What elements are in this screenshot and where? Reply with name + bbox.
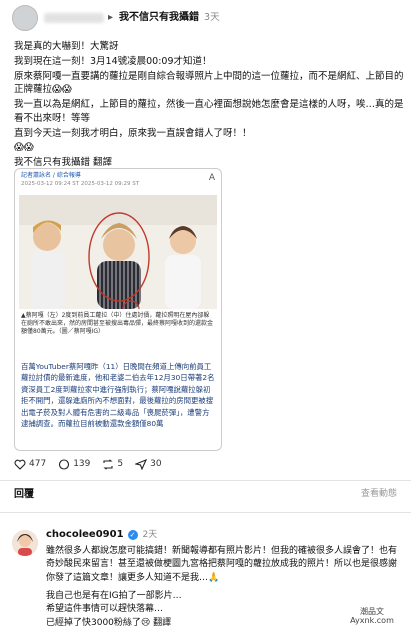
post-line: 原來蔡阿嘎一直要講的蘿拉是剛自綜合報導照片上中間的這一位蘿拉，而不是網紅、上節目… <box>14 70 404 96</box>
post-actions: 477 139 5 30 <box>14 456 234 474</box>
post-line: 😱😱 <box>14 142 34 154</box>
post-line: 我一直以為是網紅，上節目的蘿拉，然後一直心裡面想說她怎麼會是這樣的人呀，唉…真的… <box>14 99 404 124</box>
author-name-blurred[interactable] <box>44 13 104 23</box>
font-size-icon: A <box>208 173 215 183</box>
post-body: 我是真的大嚇到！大驚訝 我到現在這一刻！3月14號凌晨00:09才知道！ 原來蔡… <box>14 40 404 171</box>
divider <box>0 512 411 513</box>
photo-caption: ▲蔡阿嘎（左）2度到前員工蘿拉（中）住處討債，蘿拉照明在屋內卻躲在廁所不敢出來，… <box>21 312 214 336</box>
comment-count: 139 <box>73 459 91 470</box>
news-screenshot-card[interactable]: 記者蕭詠名 / 綜合報導 2025-03-12 09:24 ST 2025-03… <box>14 168 222 451</box>
repost-icon <box>103 459 113 471</box>
watermark-url: Ayxnk.com <box>350 615 394 625</box>
reply-target-name[interactable]: 我不信只有我攝錯 <box>119 11 199 26</box>
news-photo-illustration <box>19 195 217 309</box>
card-dates: 2025-03-12 09:24 ST 2025-03-12 09:29 ST <box>21 180 140 187</box>
commenter-avatar-image <box>12 530 38 556</box>
commenter-avatar[interactable] <box>12 530 38 556</box>
article-excerpt: 百萬YouTuber蔡阿嘎昨（11）日晚間在頻道上傳向前員工蘿拉討債的最新進度，… <box>21 362 215 429</box>
verified-badge-icon: ✓ <box>127 530 138 541</box>
card-header: 記者蕭詠名 / 綜合報導 2025-03-12 09:24 ST 2025-03… <box>15 169 221 195</box>
post-line: 直到今天這一刻我才明白，原來我一直誤會錯人了呀！！ <box>14 127 252 139</box>
comment-paragraph: 雖然很多人都說怎麼可能搞錯！新聞報導都有照片影片！但我的確被很多人誤會了！也有奇… <box>46 546 398 583</box>
view-activity-link[interactable]: 查看動態 <box>361 488 397 503</box>
site-watermark: 潮品文 Ayxnk.com <box>339 606 405 634</box>
heart-icon <box>14 460 26 471</box>
commenter-name-row: chocolee0901 ✓ 2天 <box>46 528 157 543</box>
commenter-username[interactable]: chocolee0901 <box>46 528 124 543</box>
post-line: 我到現在這一刻！3月14號凌晨00:09才知道！ <box>14 55 212 67</box>
comment-button[interactable]: 139 <box>58 458 90 471</box>
like-button[interactable]: 477 <box>14 458 46 471</box>
comment-icon <box>59 459 70 471</box>
post-time: 3天 <box>204 12 220 24</box>
replies-label: 回覆 <box>14 489 34 500</box>
reply-arrow-icon: ▸ <box>108 11 114 23</box>
share-count: 30 <box>150 459 162 470</box>
author-avatar[interactable] <box>12 5 38 31</box>
share-button[interactable]: 30 <box>135 458 162 471</box>
send-icon <box>135 459 148 471</box>
post-line: 我是真的大嚇到！大驚訝 <box>14 41 119 52</box>
news-photo <box>19 195 217 309</box>
repost-count: 5 <box>117 459 124 470</box>
like-count: 477 <box>29 459 47 470</box>
repost-button[interactable]: 5 <box>102 458 123 471</box>
card-source: 記者蕭詠名 / 綜合報導 <box>21 172 81 179</box>
replies-header: 回覆 查看動態 <box>14 488 397 503</box>
thread-header: ▸ 我不信只有我攝錯 3天 <box>0 0 411 36</box>
comment-line: 我自己也是有在IG拍了一部影片… <box>46 590 182 601</box>
comment-time: 2天 <box>142 529 158 540</box>
divider <box>0 480 411 481</box>
